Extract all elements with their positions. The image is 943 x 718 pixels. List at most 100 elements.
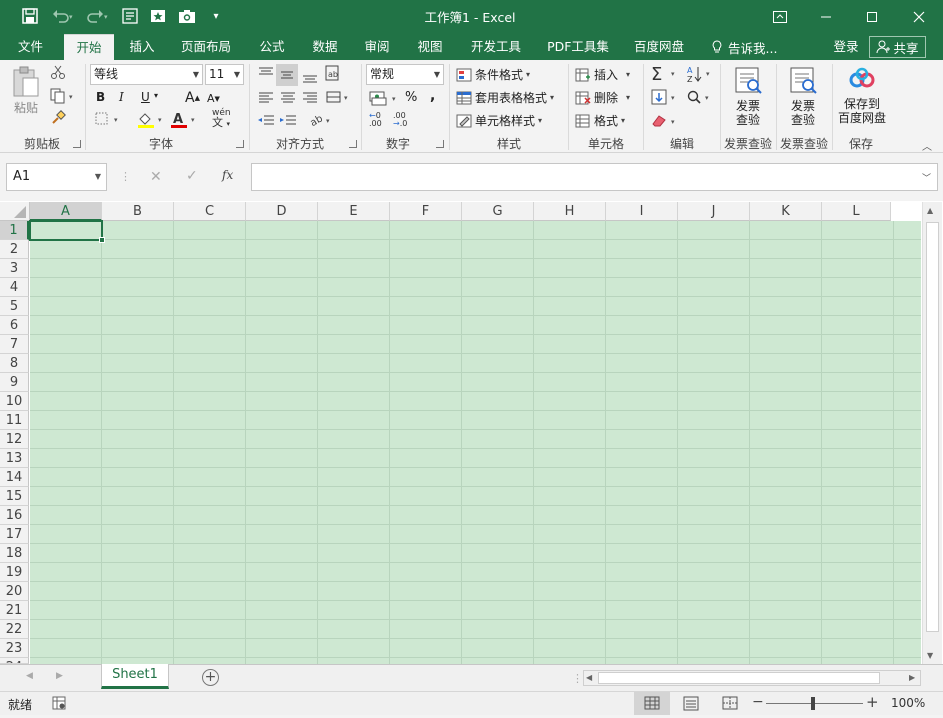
format-as-table-button[interactable]: 套用表格格式 ▾ — [456, 89, 554, 106]
scroll-left-icon[interactable]: ◀ — [586, 673, 592, 682]
format-cells-button[interactable]: 格式 ▾ — [575, 112, 625, 129]
column-header[interactable]: H — [534, 202, 606, 221]
phonetic-guide-button[interactable]: wén 文 ▾ — [212, 108, 244, 130]
invoice-check-button-1[interactable]: 发票 查验 — [728, 66, 768, 132]
row-header[interactable]: 9 — [0, 373, 29, 392]
macro-record-icon[interactable] — [52, 696, 66, 713]
expand-formula-bar-icon[interactable]: ﹀ — [922, 171, 931, 184]
row-header[interactable]: 18 — [0, 544, 29, 563]
paste-button[interactable]: 粘贴 — [10, 66, 42, 116]
zoom-in-icon[interactable]: + — [866, 693, 879, 711]
tab-baidu-netdisk[interactable]: 百度网盘 — [626, 34, 692, 60]
row-header[interactable]: 14 — [0, 468, 29, 487]
comma-style-button[interactable]: , — [430, 88, 435, 104]
favorite-icon[interactable] — [148, 6, 168, 26]
column-header[interactable]: D — [246, 202, 318, 221]
column-header[interactable]: C — [174, 202, 246, 221]
row-header[interactable]: 17 — [0, 525, 29, 544]
share-button[interactable]: 共享 — [869, 36, 926, 58]
redo-icon[interactable]: ▾ — [84, 6, 110, 26]
row-header[interactable]: 1 — [0, 221, 29, 240]
customize-qat-icon[interactable]: ▾ — [206, 6, 226, 26]
cut-icon[interactable] — [50, 64, 68, 82]
insert-cells-button[interactable]: 插入 ▾ — [575, 66, 630, 83]
ribbon-display-icon[interactable] — [757, 0, 803, 34]
copy-icon[interactable]: ▾ — [50, 88, 78, 106]
decrease-decimal-button[interactable]: .00 →.0 — [393, 112, 415, 132]
vertical-scroll-thumb[interactable] — [926, 222, 939, 632]
column-header[interactable]: B — [102, 202, 174, 221]
row-header[interactable]: 2 — [0, 240, 29, 259]
tab-page-layout[interactable]: 页面布局 — [173, 34, 239, 60]
font-name-combo[interactable]: 等线 ▼ — [90, 64, 203, 85]
row-header[interactable]: 23 — [0, 639, 29, 658]
tab-formulas[interactable]: 公式 — [251, 34, 293, 60]
row-header[interactable]: 15 — [0, 487, 29, 506]
camera-icon[interactable] — [177, 6, 197, 26]
row-header[interactable]: 3 — [0, 259, 29, 278]
borders-icon[interactable]: ▾ — [94, 111, 122, 129]
cell-styles-button[interactable]: 单元格样式 ▾ — [456, 112, 542, 129]
maximize-icon[interactable] — [849, 0, 895, 34]
fill-icon[interactable]: ▾ — [650, 88, 680, 108]
cancel-entry-icon[interactable]: ✕ — [150, 169, 162, 185]
row-header[interactable]: 6 — [0, 316, 29, 335]
formula-input[interactable]: ﹀ — [251, 163, 938, 191]
horizontal-scroll-thumb[interactable] — [598, 672, 880, 684]
font-size-combo[interactable]: 11 ▼ — [205, 64, 244, 85]
save-to-baidu-button[interactable]: 保存到 百度网盘 — [834, 66, 890, 132]
normal-view-icon[interactable] — [634, 692, 670, 715]
delete-cells-button[interactable]: 删除 ▾ — [575, 89, 630, 106]
underline-dropdown-icon[interactable]: ▾ — [154, 91, 158, 100]
zoom-out-icon[interactable]: − — [752, 694, 764, 710]
insert-function-button[interactable]: fx — [222, 168, 233, 182]
zoom-level[interactable]: 100% — [891, 696, 925, 710]
add-sheet-icon[interactable]: + — [202, 669, 219, 686]
tab-developer[interactable]: 开发工具 — [461, 34, 531, 60]
column-header[interactable]: I — [606, 202, 678, 221]
row-header[interactable]: 19 — [0, 563, 29, 582]
tab-data[interactable]: 数据 — [304, 34, 346, 60]
font-launcher-icon[interactable] — [236, 140, 244, 148]
minimize-icon[interactable] — [803, 0, 849, 34]
row-header[interactable]: 10 — [0, 392, 29, 411]
column-header[interactable]: J — [678, 202, 750, 221]
select-all-button[interactable] — [0, 202, 30, 221]
tell-me-box[interactable]: 告诉我... — [711, 34, 777, 60]
clipboard-launcher-icon[interactable] — [73, 140, 81, 148]
number-format-combo[interactable]: 常规 ▼ — [366, 64, 444, 85]
increase-decimal-button[interactable]: ←0.00 — [369, 112, 391, 132]
accounting-format-icon[interactable]: ▾ — [368, 88, 402, 108]
alignment-launcher-icon[interactable] — [349, 140, 357, 148]
cell-area[interactable] — [30, 221, 921, 664]
name-box[interactable]: A1 ▼ — [6, 163, 107, 191]
invoice-check-button-2[interactable]: 发票 查验 — [783, 66, 823, 132]
fill-color-icon[interactable]: ▾ — [137, 111, 167, 129]
column-header[interactable]: L — [822, 202, 891, 221]
autosum-icon[interactable]: Σ ▾ — [650, 64, 680, 85]
horizontal-scrollbar[interactable]: ◀ ▶ — [583, 670, 921, 686]
italic-button[interactable]: I — [119, 90, 124, 104]
scroll-up-icon[interactable]: ▲ — [927, 206, 933, 215]
scroll-right-icon[interactable]: ▶ — [909, 673, 915, 682]
row-header[interactable]: 13 — [0, 449, 29, 468]
tab-home[interactable]: 开始 — [64, 34, 114, 60]
tab-file[interactable]: 文件 — [8, 34, 53, 60]
find-select-icon[interactable]: ▾ — [686, 88, 716, 108]
font-color-icon[interactable]: A ▾ — [170, 111, 200, 129]
row-header[interactable]: 21 — [0, 601, 29, 620]
format-painter-icon[interactable] — [50, 110, 68, 128]
column-header[interactable]: F — [390, 202, 462, 221]
column-header[interactable]: E — [318, 202, 390, 221]
tab-pdf-tools[interactable]: PDF工具集 — [542, 34, 614, 60]
column-header[interactable]: K — [750, 202, 822, 221]
tab-insert[interactable]: 插入 — [121, 34, 163, 60]
row-header[interactable]: 20 — [0, 582, 29, 601]
column-header[interactable]: G — [462, 202, 534, 221]
row-header[interactable]: 16 — [0, 506, 29, 525]
page-layout-view-icon[interactable] — [676, 692, 706, 715]
decrease-font-button[interactable]: A ▼ — [207, 92, 220, 105]
prev-sheet-icon[interactable]: ◀ — [26, 671, 33, 681]
number-launcher-icon[interactable] — [436, 140, 444, 148]
row-header[interactable]: 4 — [0, 278, 29, 297]
